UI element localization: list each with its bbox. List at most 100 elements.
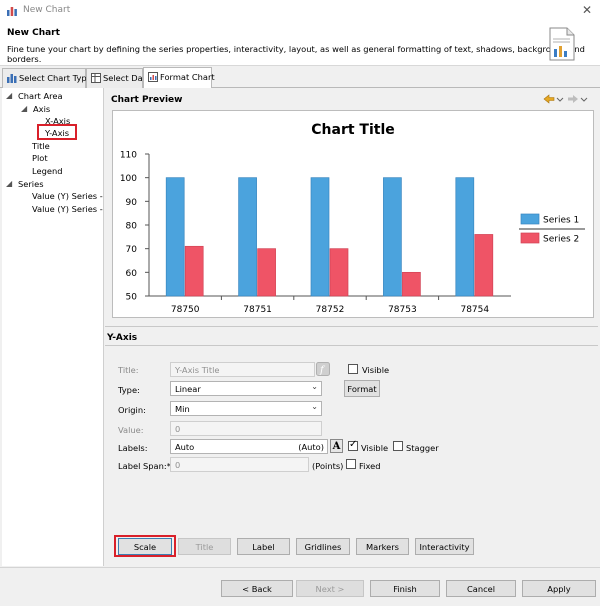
preview-nav-icons xyxy=(543,94,588,104)
x-tick-label: 78754 xyxy=(460,305,489,315)
chevron-down-icon: ⌄ xyxy=(311,382,318,391)
tree-item-y-axis[interactable]: Y-Axis xyxy=(45,128,69,138)
tree-item-series-1[interactable]: Value (Y) Series - 1 xyxy=(32,191,111,201)
label-button[interactable]: Label xyxy=(237,538,290,555)
header-title: New Chart xyxy=(7,28,60,38)
label-span-field[interactable]: 0 xyxy=(170,457,309,472)
tree-item-title[interactable]: Title xyxy=(32,141,50,151)
y-axis-section-title: Y-Axis xyxy=(107,333,138,343)
tab-label: Select Chart Type xyxy=(19,73,92,83)
origin-value: Min xyxy=(175,404,190,414)
origin-value-field[interactable]: 0 xyxy=(170,421,322,436)
label-span-unit: (Points) xyxy=(312,461,344,471)
format-chart-icon xyxy=(148,72,158,82)
tree-item-chart-area[interactable]: Chart Area xyxy=(18,91,63,101)
chart-canvas: Chart Title 110 100 90 80 70 60 50 78750 78751 787… xyxy=(120,122,585,315)
gridlines-button[interactable]: Gridlines xyxy=(296,538,350,555)
labels-value: Auto xyxy=(175,442,195,452)
chart-preview-title: Chart Preview xyxy=(111,95,183,105)
legend-swatch xyxy=(520,232,540,244)
labels-auto-suffix: (Auto) xyxy=(298,442,324,452)
forward-arrow-icon[interactable] xyxy=(568,95,578,103)
labels-label: Labels: xyxy=(118,443,148,453)
type-label: Type: xyxy=(118,385,140,395)
stagger-checkbox[interactable] xyxy=(393,441,403,451)
collapse-icon[interactable]: ◢ xyxy=(6,179,12,188)
chevron-down-icon[interactable] xyxy=(580,97,588,102)
title-bar: New Chart ✕ xyxy=(0,0,600,22)
font-icon[interactable]: A xyxy=(330,439,343,453)
fixed-label: Fixed xyxy=(359,461,381,471)
origin-label: Origin: xyxy=(118,405,146,415)
y-tick-label: 60 xyxy=(126,269,138,279)
wizard-header: New Chart Fine tune your chart by defini… xyxy=(0,22,600,66)
chart-app-icon xyxy=(7,7,17,16)
function-icon[interactable]: f xyxy=(316,362,330,376)
bar-series-2 xyxy=(402,271,421,297)
interactivity-button[interactable]: Interactivity xyxy=(415,538,474,555)
tree-item-series-2[interactable]: Value (Y) Series - 2 xyxy=(32,204,111,214)
chart-preview: Chart Title 110 100 90 80 70 60 50 78750 78751 787… xyxy=(112,110,594,318)
back-arrow-icon[interactable] xyxy=(543,94,555,104)
tree-item-legend[interactable]: Legend xyxy=(32,166,62,176)
back-button[interactable]: < Back xyxy=(221,580,293,597)
tab-select-chart-type[interactable]: Select Chart Type xyxy=(2,68,92,88)
x-tick-label: 78752 xyxy=(316,305,345,315)
legend-label: Series 1 xyxy=(543,216,579,226)
legend-swatch xyxy=(520,213,540,225)
labels-field[interactable]: Auto (Auto) xyxy=(170,439,328,454)
y-tick-label: 90 xyxy=(126,198,138,208)
cancel-button[interactable]: Cancel xyxy=(446,580,516,597)
format-button[interactable]: Format xyxy=(344,380,380,397)
window-title: New Chart xyxy=(23,5,71,15)
table-icon xyxy=(91,73,101,83)
x-tick-label: 78751 xyxy=(243,305,272,315)
bar-series-2 xyxy=(474,234,494,297)
chart-title: Chart Title xyxy=(311,122,395,138)
bar-series-2 xyxy=(329,248,349,297)
tab-label: Format Chart xyxy=(160,72,215,82)
section-divider xyxy=(105,345,598,346)
origin-select[interactable]: Min ⌄ xyxy=(170,401,322,416)
labels-visible-checkbox[interactable] xyxy=(348,439,358,451)
x-tick-label: 78753 xyxy=(388,305,417,315)
bar-series-1 xyxy=(165,177,185,297)
tab-format-chart[interactable]: Format Chart xyxy=(143,67,215,88)
tree-item-series[interactable]: Series xyxy=(18,179,44,189)
type-select[interactable]: Linear ⌄ xyxy=(170,381,322,396)
collapse-icon[interactable]: ◢ xyxy=(6,91,12,100)
title-visible-label: Visible xyxy=(362,365,390,375)
title-visible-checkbox[interactable] xyxy=(348,364,358,374)
close-icon[interactable]: ✕ xyxy=(582,3,592,17)
markers-button[interactable]: Markers xyxy=(356,538,409,555)
document-chart-icon xyxy=(549,27,575,61)
stagger-label: Stagger xyxy=(406,443,439,453)
type-value: Linear xyxy=(175,384,201,394)
y-tick-label: 100 xyxy=(120,174,137,184)
labels-visible-label: Visible xyxy=(361,443,389,453)
tab-select-data[interactable]: Select Data xyxy=(86,68,151,88)
bar-series-1 xyxy=(310,177,330,297)
label-span-label: Label Span:* xyxy=(118,461,171,471)
next-button[interactable]: Next > xyxy=(296,580,364,597)
bar-series-2 xyxy=(184,245,204,297)
value-label: Value: xyxy=(118,425,144,435)
scale-button[interactable]: Scale xyxy=(118,538,172,555)
finish-button[interactable]: Finish xyxy=(370,580,440,597)
tree-item-axis[interactable]: Axis xyxy=(33,104,50,114)
y-tick-label: 70 xyxy=(126,245,138,255)
title-button[interactable]: Title xyxy=(178,538,231,555)
bar-chart-icon xyxy=(7,74,17,83)
bar-series-1 xyxy=(383,177,402,297)
y-tick-label: 50 xyxy=(126,293,138,303)
tree-item-plot[interactable]: Plot xyxy=(32,153,48,163)
axis-title-field[interactable]: Y-Axis Title xyxy=(170,362,315,377)
fixed-checkbox[interactable] xyxy=(346,459,356,469)
chevron-down-icon: ⌄ xyxy=(311,402,318,411)
title-label: Title: xyxy=(118,365,139,375)
x-tick-label: 78750 xyxy=(171,305,200,315)
header-description: Fine tune your chart by defining the ser… xyxy=(7,44,585,64)
collapse-icon[interactable]: ◢ xyxy=(21,104,27,113)
apply-button[interactable]: Apply xyxy=(522,580,596,597)
chevron-down-icon[interactable] xyxy=(556,97,564,102)
